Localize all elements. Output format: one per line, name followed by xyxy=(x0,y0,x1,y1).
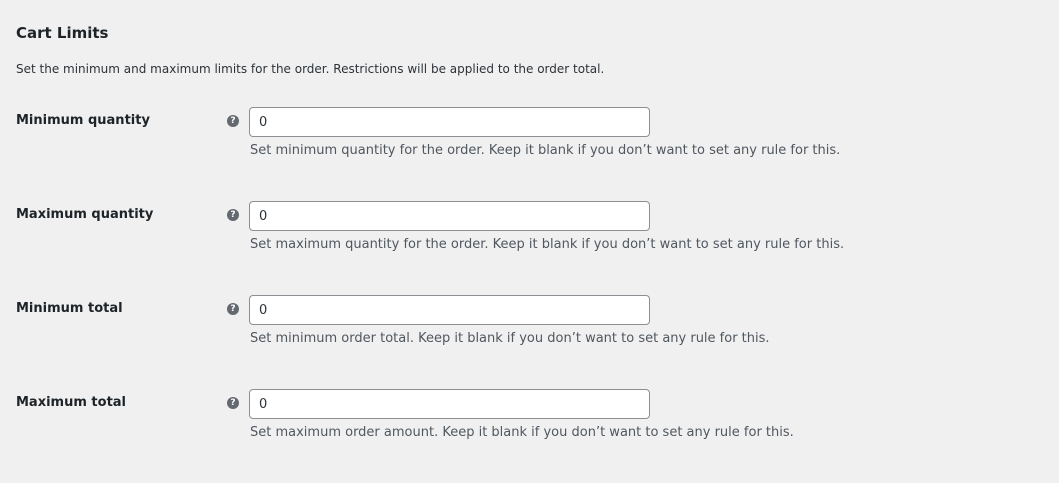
help-tip-icon[interactable]: ? xyxy=(227,209,239,221)
maximum-quantity-description: Set maximum quantity for the order. Keep… xyxy=(250,237,845,252)
maximum-total-input[interactable] xyxy=(249,389,650,419)
maximum-quantity-label: Maximum quantity xyxy=(16,207,154,222)
minimum-quantity-description: Set minimum quantity for the order. Keep… xyxy=(250,143,841,158)
maximum-quantity-input[interactable] xyxy=(249,201,650,231)
help-tip-icon[interactable]: ? xyxy=(227,115,239,127)
maximum-total-label: Maximum total xyxy=(16,395,127,410)
help-tip-icon[interactable]: ? xyxy=(227,303,239,315)
form-row-maximum-total: Maximum total ? Set maximum order amount… xyxy=(0,389,1059,483)
minimum-quantity-label: Minimum quantity xyxy=(16,113,150,128)
minimum-total-label: Minimum total xyxy=(16,301,123,316)
minimum-total-description: Set minimum order total. Keep it blank i… xyxy=(250,331,770,346)
maximum-total-description: Set maximum order amount. Keep it blank … xyxy=(250,425,794,440)
form-row-maximum-quantity: Maximum quantity ? Set maximum quantity … xyxy=(0,201,1059,295)
minimum-quantity-input[interactable] xyxy=(249,107,650,137)
minimum-total-input[interactable] xyxy=(249,295,650,325)
help-tip-icon[interactable]: ? xyxy=(227,397,239,409)
section-description: Set the minimum and maximum limits for t… xyxy=(16,62,605,76)
form-row-minimum-quantity: Minimum quantity ? Set minimum quantity … xyxy=(0,107,1059,201)
form-row-minimum-total: Minimum total ? Set minimum order total.… xyxy=(0,295,1059,389)
section-title: Cart Limits xyxy=(16,24,109,42)
